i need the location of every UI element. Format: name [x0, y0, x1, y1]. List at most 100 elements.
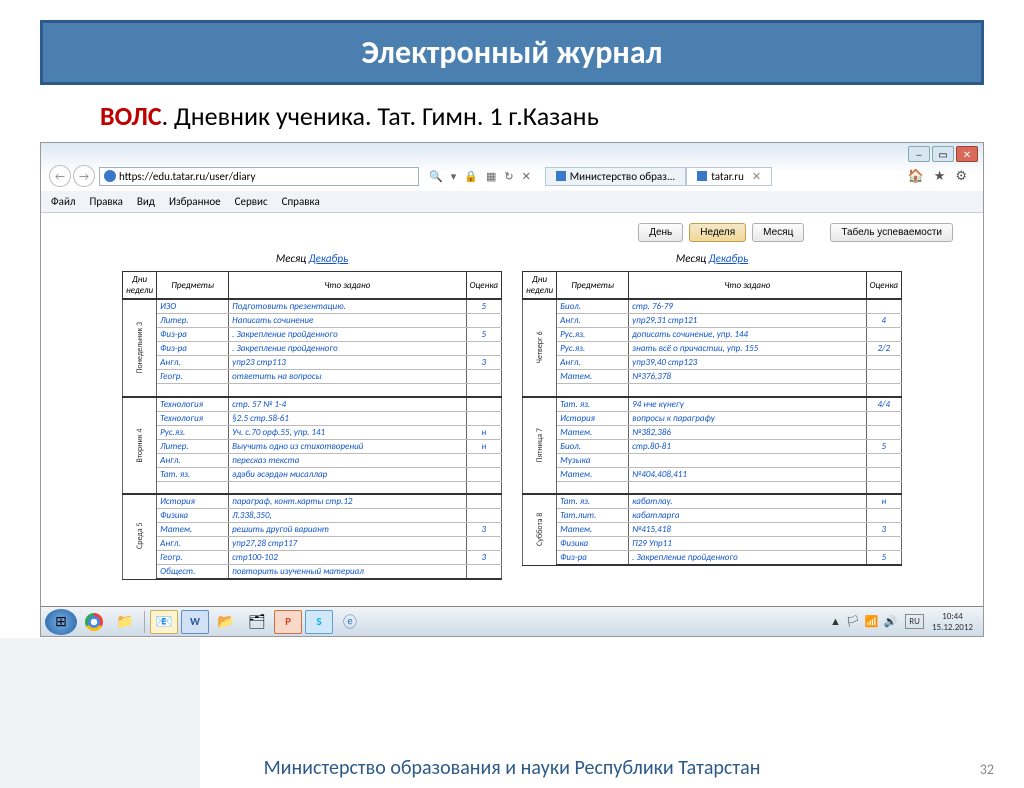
- month-button[interactable]: Месяц: [752, 223, 804, 242]
- subject-cell[interactable]: Тат.лит.: [557, 509, 629, 523]
- month-link[interactable]: Декабрь: [309, 252, 349, 265]
- task-cell[interactable]: упр39,40 стр123: [629, 356, 866, 370]
- subject-cell[interactable]: Матем.: [557, 370, 629, 384]
- taskbar-ie-icon[interactable]: ⓔ: [336, 610, 364, 634]
- back-button[interactable]: ←: [49, 165, 71, 187]
- subject-cell[interactable]: Музыка: [557, 453, 629, 467]
- subject-cell[interactable]: Англ.: [157, 537, 229, 551]
- subject-cell[interactable]: Тат. яз.: [157, 467, 229, 481]
- address-bar[interactable]: https://edu.tatar.ru/user/diary: [99, 167, 419, 186]
- subject-cell[interactable]: ИЗО: [157, 299, 229, 314]
- report-button[interactable]: Табель успеваемости: [830, 223, 953, 242]
- task-cell[interactable]: кабатларга: [629, 509, 866, 523]
- star-icon[interactable]: ★: [934, 169, 946, 184]
- subject-cell[interactable]: Физ-ра: [157, 328, 229, 342]
- forward-button[interactable]: →: [73, 165, 95, 187]
- task-cell[interactable]: Л.338,350,: [229, 509, 466, 523]
- task-cell[interactable]: Выучить одно из стихотворений: [229, 439, 466, 453]
- subject-cell[interactable]: Матем.: [157, 523, 229, 537]
- task-cell[interactable]: пересказ текста: [229, 453, 466, 467]
- subject-cell[interactable]: Общест.: [157, 565, 229, 580]
- taskbar-word-icon[interactable]: W: [181, 610, 209, 634]
- subject-cell[interactable]: История: [157, 494, 229, 509]
- week-button[interactable]: Неделя: [689, 223, 746, 242]
- tab-close-icon[interactable]: ✕: [752, 170, 761, 183]
- maximize-button[interactable]: ▭: [932, 146, 954, 162]
- task-cell[interactable]: . Закрепление пройденного: [229, 342, 466, 356]
- menu-service[interactable]: Сервис: [235, 195, 268, 208]
- menu-view[interactable]: Вид: [137, 195, 155, 208]
- taskbar-outlook-icon[interactable]: 📧: [150, 610, 178, 634]
- minimize-button[interactable]: ─: [908, 146, 930, 162]
- subject-cell[interactable]: [557, 481, 629, 494]
- task-cell[interactable]: упр27,28 стр117: [229, 537, 466, 551]
- subject-cell[interactable]: Геогр.: [157, 370, 229, 384]
- subject-cell[interactable]: Технология: [157, 411, 229, 425]
- subject-cell[interactable]: Биол.: [557, 439, 629, 453]
- taskbar-explorer-icon[interactable]: 📁: [111, 610, 139, 634]
- subject-cell[interactable]: Рус.яз.: [557, 328, 629, 342]
- task-cell[interactable]: . Закрепление пройденного: [629, 551, 866, 566]
- task-cell[interactable]: стр. 76-79: [629, 299, 866, 314]
- taskbar-folder-icon[interactable]: 📂: [212, 610, 240, 634]
- tray-network-icon[interactable]: 🏳: [846, 615, 860, 628]
- task-cell[interactable]: . Закрепление пройденного: [229, 328, 466, 342]
- subject-cell[interactable]: Физика: [557, 537, 629, 551]
- taskbar-skype-icon[interactable]: S: [305, 610, 333, 634]
- home-icon[interactable]: 🏠: [908, 169, 924, 184]
- subject-cell[interactable]: Биол.: [557, 299, 629, 314]
- task-cell[interactable]: [629, 384, 866, 397]
- task-cell[interactable]: 94 нче күнегү: [629, 397, 866, 412]
- taskbar-chrome-icon[interactable]: [80, 610, 108, 634]
- subject-cell[interactable]: Англ.: [557, 356, 629, 370]
- task-cell[interactable]: повторить изученный материал: [229, 565, 466, 580]
- task-cell[interactable]: Подготовить презентацию.: [229, 299, 466, 314]
- task-cell[interactable]: №382,386: [629, 425, 866, 439]
- task-cell[interactable]: стр100-102: [229, 551, 466, 565]
- tab-ministry[interactable]: Министерство образ...: [545, 167, 686, 186]
- task-cell[interactable]: Уч. с.70 орф.55, упр. 141: [229, 425, 466, 439]
- task-cell[interactable]: знать всё о причастии, упр. 155: [629, 342, 866, 356]
- subject-cell[interactable]: Физика: [157, 509, 229, 523]
- tray-sound-icon[interactable]: 📶: [865, 615, 879, 628]
- task-cell[interactable]: упр23 стр113: [229, 356, 466, 370]
- task-cell[interactable]: упр29,31 стр121: [629, 314, 866, 328]
- task-cell[interactable]: §2.5 стр.58-61: [229, 411, 466, 425]
- subject-cell[interactable]: Физ-ра: [157, 342, 229, 356]
- day-button[interactable]: День: [638, 223, 683, 242]
- gear-icon[interactable]: ⚙: [955, 169, 967, 184]
- task-cell[interactable]: вопросы к параграфу: [629, 411, 866, 425]
- subject-cell[interactable]: [157, 384, 229, 397]
- task-cell[interactable]: дописать сочинение, упр. 144: [629, 328, 866, 342]
- rss-icon[interactable]: ▦: [486, 170, 496, 183]
- subject-cell[interactable]: Англ.: [157, 356, 229, 370]
- task-cell[interactable]: [629, 453, 866, 467]
- menu-help[interactable]: Справка: [282, 195, 320, 208]
- subject-cell[interactable]: Тат. яз.: [557, 397, 629, 412]
- task-cell[interactable]: [229, 481, 466, 494]
- subject-cell[interactable]: Литер.: [157, 314, 229, 328]
- task-cell[interactable]: әдәби әсәрдән мисаллар: [229, 467, 466, 481]
- subject-cell[interactable]: Матем.: [557, 425, 629, 439]
- menu-favorites[interactable]: Избранное: [169, 195, 221, 208]
- tray-volume-icon[interactable]: 🔊: [884, 615, 898, 628]
- tray-clock[interactable]: 10:44 15.12.2012: [932, 611, 979, 633]
- close-button[interactable]: ✕: [956, 146, 978, 162]
- task-cell[interactable]: ответить на вопросы: [229, 370, 466, 384]
- subject-cell[interactable]: [157, 481, 229, 494]
- menu-file[interactable]: Файл: [51, 195, 76, 208]
- subject-cell[interactable]: Рус.яз.: [557, 342, 629, 356]
- subject-cell[interactable]: Англ.: [557, 314, 629, 328]
- task-cell[interactable]: параграф, конт.карты стр.12: [229, 494, 466, 509]
- taskbar-powerpoint-icon[interactable]: P: [274, 610, 302, 634]
- task-cell[interactable]: Написать сочинение: [229, 314, 466, 328]
- subject-cell[interactable]: Тат. яз.: [557, 494, 629, 509]
- menu-edit[interactable]: Правка: [90, 195, 123, 208]
- tab-tatar[interactable]: tatar.ru ✕: [686, 167, 772, 186]
- task-cell[interactable]: [629, 481, 866, 494]
- task-cell[interactable]: П29 Упр11: [629, 537, 866, 551]
- search-icon[interactable]: 🔍: [429, 170, 443, 183]
- task-cell[interactable]: №376,378: [629, 370, 866, 384]
- task-cell[interactable]: решить другой вариант: [229, 523, 466, 537]
- refresh-icon[interactable]: ↻: [504, 170, 513, 183]
